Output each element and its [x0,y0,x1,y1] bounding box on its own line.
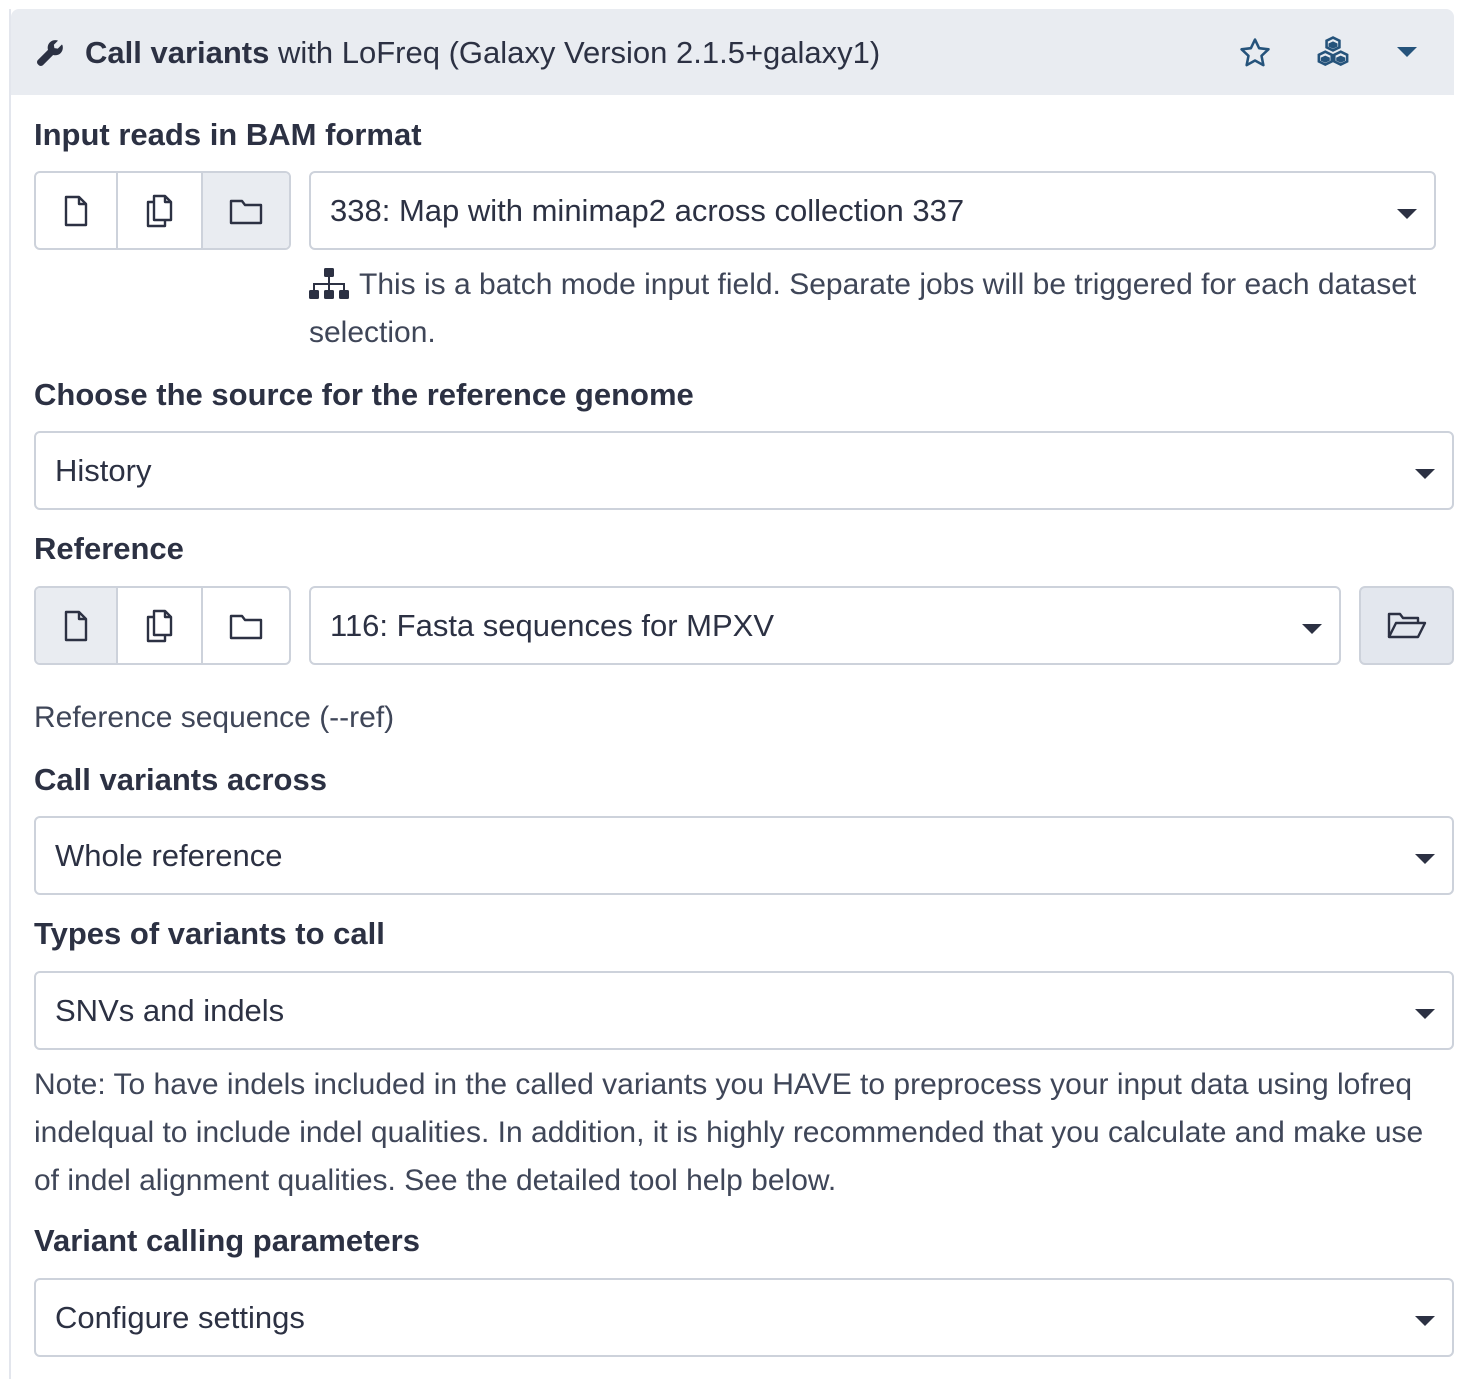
star-icon [1240,38,1270,67]
file-icon [64,195,88,226]
caret-down-icon [1415,1316,1435,1326]
caret-down-icon [1415,854,1435,864]
input-reads-value: 338: Map with minimap2 across collection… [330,193,965,228]
folder-icon [229,614,263,639]
reference-type-selector [34,586,291,665]
wrench-icon [37,40,63,66]
folder-open-icon [1387,612,1426,638]
multiple-datasets-button[interactable] [118,588,203,663]
reference-help: Reference sequence (--ref) [34,701,395,734]
calling-params-label: Variant calling parameters [34,1223,420,1258]
dataset-collection-button[interactable] [203,588,289,663]
input-reads-select[interactable]: 338: Map with minimap2 across collection… [309,171,1436,250]
reference-source-value: History [55,453,152,488]
reference-label: Reference [34,531,184,566]
multiple-datasets-button[interactable] [118,173,203,248]
input-reads-label: Input reads in BAM format [34,117,422,152]
requirements-button[interactable] [1311,31,1355,75]
tool-header: Call variants with LoFreq (Galaxy Versio… [11,9,1454,95]
call-across-label: Call variants across [34,762,327,797]
variant-types-select[interactable]: SNVs and indels [34,971,1454,1050]
folder-icon [229,199,263,224]
files-icon [146,194,172,227]
input-reads-type-selector [34,171,291,250]
file-icon [64,610,88,641]
caret-down-icon [1415,469,1435,479]
reference-select[interactable]: 116: Fasta sequences for MPXV [309,586,1341,665]
cubes-icon [1317,36,1349,66]
caret-down-icon [1415,1009,1435,1019]
single-dataset-button[interactable] [36,588,118,663]
single-dataset-button[interactable] [36,173,118,248]
reference-value: 116: Fasta sequences for MPXV [330,608,774,643]
caret-down-icon [1397,47,1417,57]
call-across-value: Whole reference [55,838,283,873]
call-across-select[interactable]: Whole reference [34,816,1454,895]
reference-source-select[interactable]: History [34,431,1454,510]
browse-datasets-button[interactable] [1359,586,1454,665]
calling-params-select[interactable]: Configure settings [34,1278,1454,1357]
tool-name: Call variants [85,35,270,70]
batch-mode-note: This is a batch mode input field. Separa… [309,268,1417,349]
calling-params-value: Configure settings [55,1300,305,1335]
caret-down-icon [1397,209,1417,219]
variant-types-label: Types of variants to call [34,916,385,951]
options-dropdown-button[interactable] [1385,31,1429,75]
variant-types-value: SNVs and indels [55,993,285,1028]
favorite-button[interactable] [1233,31,1277,75]
tool-form: Call variants with LoFreq (Galaxy Versio… [9,9,1454,1379]
reference-source-label: Choose the source for the reference geno… [34,377,694,412]
indel-note: Note: To have indels included in the cal… [34,1068,1424,1197]
tool-title: Call variants with LoFreq (Galaxy Versio… [85,33,880,73]
tool-description: with LoFreq (Galaxy Version 2.1.5+galaxy… [269,35,881,70]
dataset-collection-button[interactable] [203,173,289,248]
caret-down-icon [1302,624,1322,634]
files-icon [146,609,172,642]
